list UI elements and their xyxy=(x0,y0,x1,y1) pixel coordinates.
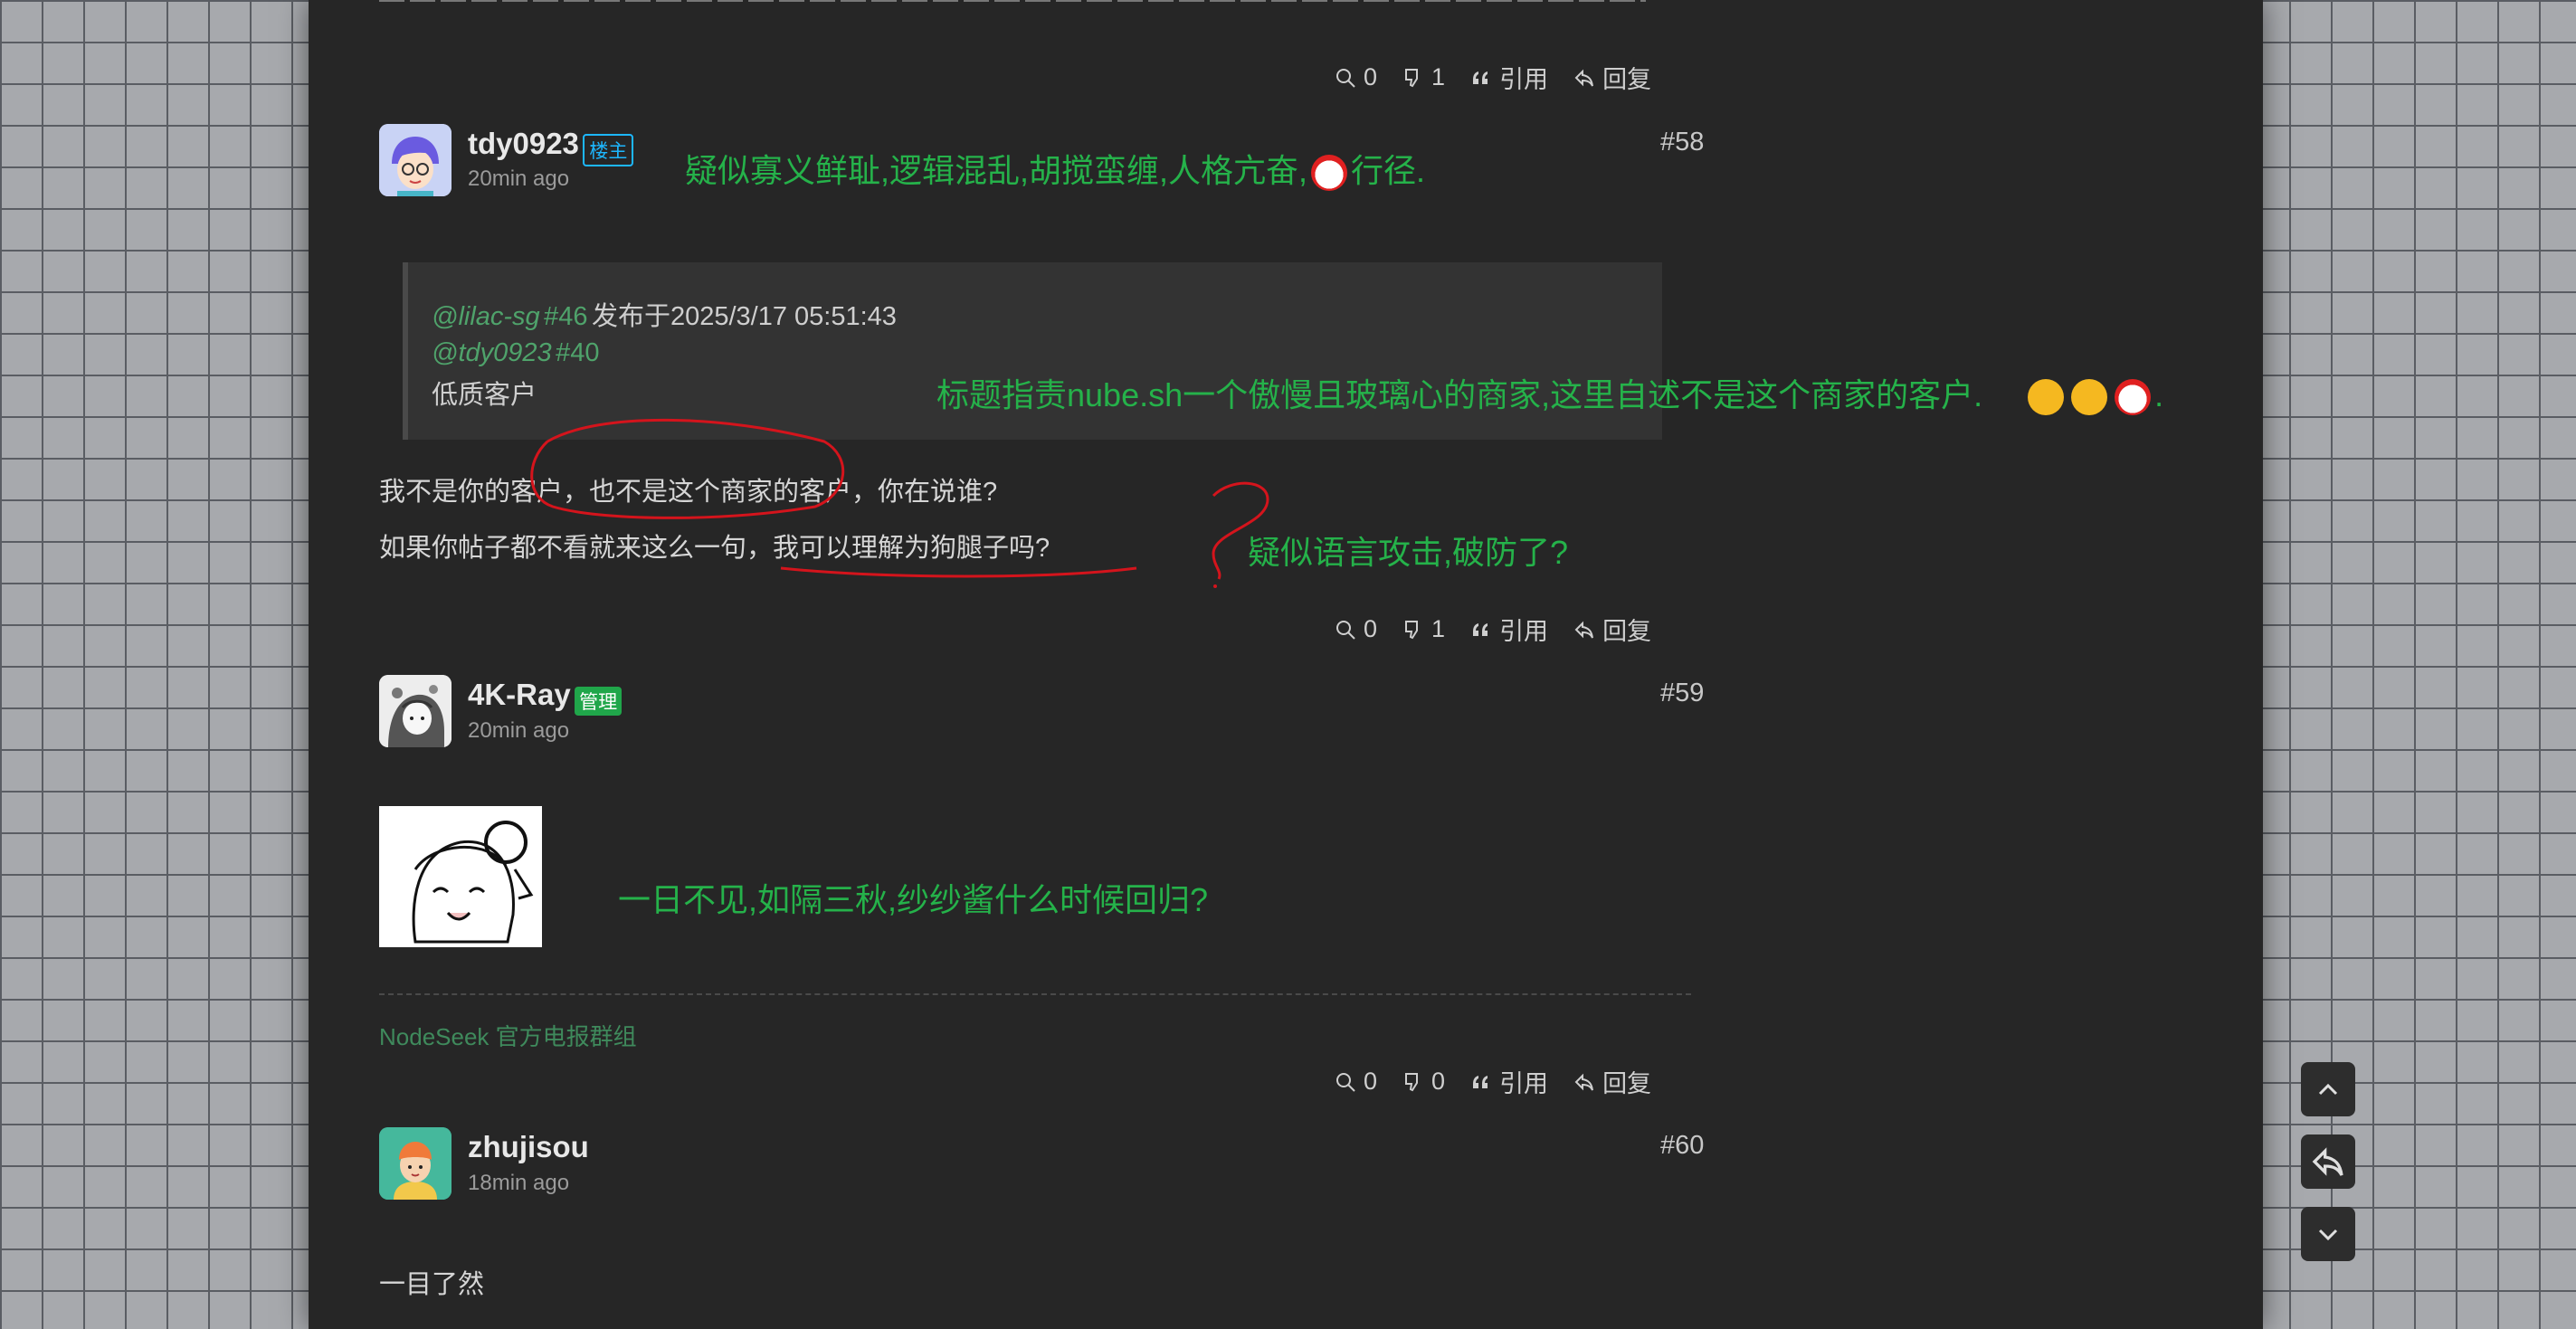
post-body: 一目了然 xyxy=(379,1270,485,1299)
signature-divider xyxy=(379,993,1691,995)
avatar-zhujisou-icon xyxy=(379,1127,452,1200)
floor-number[interactable]: #59 xyxy=(1660,679,1704,708)
annotation-text: 疑似语言攻击,破防了? xyxy=(1248,534,1569,571)
views-action[interactable]: 0 xyxy=(1335,1068,1377,1096)
reply-float-button[interactable] xyxy=(2301,1134,2355,1189)
reply-icon xyxy=(1574,621,1594,638)
post-time: 20min ago xyxy=(468,718,570,743)
quote-action[interactable]: 引用 xyxy=(1470,612,1548,647)
chevron-down-icon xyxy=(2318,1229,2338,1241)
avatar-4k-ray-icon xyxy=(379,675,452,747)
quote-label: 引用 xyxy=(1499,1070,1549,1097)
quote-icon xyxy=(1473,622,1488,636)
dislike-count: 1 xyxy=(1431,615,1446,642)
reply-icon xyxy=(2312,1147,2343,1176)
quote-icon xyxy=(1473,1075,1488,1088)
username[interactable]: zhujisou xyxy=(468,1130,589,1164)
reply-label: 回复 xyxy=(1602,1070,1652,1097)
avatar[interactable] xyxy=(379,1127,452,1200)
zoom-icon xyxy=(1336,620,1355,640)
chevron-up-icon xyxy=(2318,1083,2338,1096)
scroll-top-button[interactable] xyxy=(2301,1062,2355,1116)
scroll-bottom-button[interactable] xyxy=(2301,1207,2355,1261)
reply-label: 回复 xyxy=(1602,618,1652,645)
dislike-action[interactable]: 0 xyxy=(1402,1068,1445,1096)
username[interactable]: 4K-Ray xyxy=(468,678,571,711)
sticker-image[interactable] xyxy=(379,806,542,947)
dislike-count: 0 xyxy=(1431,1068,1446,1095)
annotation-text: 一日不见,如隔三秋,纱纱酱什么时候回归? xyxy=(618,881,1209,918)
views-action[interactable]: 0 xyxy=(1335,615,1377,643)
post-time: 18min ago xyxy=(468,1171,570,1195)
dislike-action[interactable]: 1 xyxy=(1402,615,1445,643)
quote-label: 引用 xyxy=(1499,618,1549,645)
reply-action[interactable]: 回复 xyxy=(1573,612,1651,647)
chibi-girl-sticker-icon xyxy=(379,806,542,947)
zoom-icon xyxy=(1336,1072,1355,1092)
post-actions: 0 0 引用 回复 xyxy=(1335,1064,1651,1099)
thumbs-down-icon xyxy=(1405,1072,1419,1091)
post-header: 4K-Ray 管理 xyxy=(468,678,623,716)
thread-panel: 0 1 引用 回复 tdy0923 楼主 20min ago #58 疑似寡义鲜… xyxy=(309,0,2263,1329)
signature-link[interactable]: NodeSeek 官方电报群组 xyxy=(379,1019,637,1052)
floor-number[interactable]: #60 xyxy=(1660,1131,1704,1161)
quote-action[interactable]: 引用 xyxy=(1470,1064,1548,1099)
views-count: 0 xyxy=(1364,1068,1378,1095)
avatar[interactable] xyxy=(379,675,452,747)
reply-action[interactable]: 回复 xyxy=(1573,1064,1651,1099)
reply-icon xyxy=(1574,1073,1594,1090)
post-actions: 0 1 引用 回复 xyxy=(1335,612,1651,647)
admin-badge: 管理 xyxy=(575,686,623,716)
thumbs-down-icon xyxy=(1405,620,1419,639)
views-count: 0 xyxy=(1364,615,1378,642)
